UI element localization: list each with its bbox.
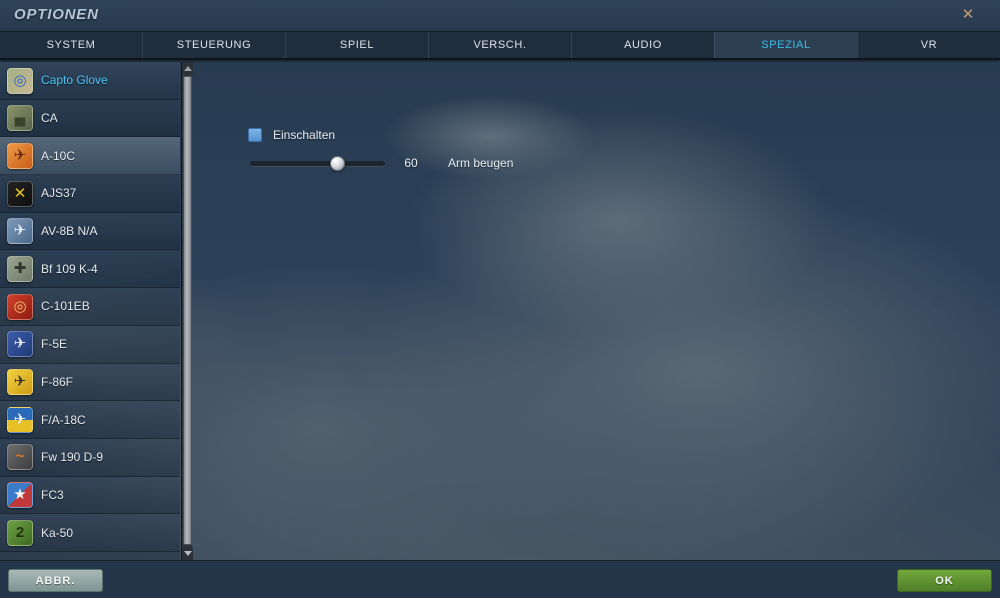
f86f-module-icon: ✈	[7, 369, 33, 395]
tab-label: SPEZIAL	[761, 39, 811, 51]
module-label: A-10C	[41, 148, 76, 163]
arrow-up-icon	[183, 66, 192, 71]
module-list-item[interactable]: ✚ Bf 109 K-4	[0, 250, 180, 289]
scroll-down-button[interactable]	[182, 547, 193, 560]
tab-system[interactable]: SYSTEM	[0, 32, 142, 58]
module-list-item[interactable]: ✈ F-5E	[0, 325, 180, 364]
close-icon[interactable]: ✕	[958, 5, 978, 25]
module-list-item[interactable]: ✈ A-10C	[0, 137, 180, 176]
module-list-item[interactable]: ★ FC3	[0, 476, 180, 515]
arm-beugen-slider[interactable]	[250, 156, 385, 171]
module-list-item[interactable]: ✈ AV-8B N/A	[0, 212, 180, 251]
module-list-item[interactable]: ◎ Capto Glove	[0, 62, 180, 100]
tab-spiel[interactable]: SPIEL	[285, 32, 428, 58]
module-label: AV-8B N/A	[41, 224, 98, 239]
module-label: Ka-50	[41, 525, 74, 540]
av8b-module-icon: ✈	[7, 218, 33, 245]
tab-label: STEUERUNG	[176, 39, 252, 51]
tab-versch[interactable]: VERSCH.	[428, 32, 571, 58]
einschalten-checkbox[interactable]	[248, 128, 262, 142]
einschalten-label: Einschalten	[273, 128, 336, 142]
slider-label: Arm beugen	[448, 156, 514, 170]
special-options-panel: Einschalten 60 Arm beugen	[193, 62, 1000, 560]
module-list-item[interactable]: ▄ CA	[0, 99, 180, 138]
footer-bar: ABBR. OK	[0, 560, 1000, 598]
tab-label: VR	[920, 39, 938, 51]
title-bar: OPTIONEN ✕	[0, 0, 1000, 32]
ajs37-module-icon: ✕	[7, 180, 33, 207]
options-window: OPTIONEN ✕ SYSTEM STEUERUNG SPIEL VERSCH. AU…	[0, 0, 1000, 598]
tab-label: SYSTEM	[46, 39, 96, 51]
ka50-module-icon: 2	[7, 519, 33, 546]
ok-button[interactable]: OK	[897, 569, 992, 592]
scroll-up-button[interactable]	[182, 62, 193, 75]
tab-label: AUDIO	[624, 39, 662, 51]
tab-label: SPIEL	[339, 39, 375, 51]
module-label: F-5E	[41, 337, 68, 352]
module-list-item[interactable]: ◎ C-101EB	[0, 288, 180, 326]
tab-steuerung[interactable]: STEUERUNG	[142, 32, 285, 58]
module-label: Capto Glove	[41, 73, 108, 88]
module-label: C-101EB	[41, 299, 90, 314]
fa18c-module-icon: ✈	[7, 406, 33, 433]
module-label: Bf 109 K-4	[41, 261, 98, 276]
module-label: FC3	[41, 487, 64, 502]
tab-label: VERSCH.	[473, 39, 527, 51]
module-label: F/A-18C	[41, 412, 86, 427]
arrow-down-icon	[183, 551, 192, 556]
c101eb-module-icon: ◎	[7, 293, 33, 320]
cancel-button[interactable]: ABBR.	[8, 569, 103, 592]
bf109-module-icon: ✚	[7, 255, 33, 282]
combined-arms-module-icon: ▄	[7, 105, 33, 132]
tab-vr[interactable]: VR	[857, 32, 1000, 58]
f5e-module-icon: ✈	[7, 331, 33, 358]
tab-bar: SYSTEM STEUERUNG SPIEL VERSCH. AUDIO SPEZIAL V…	[0, 32, 1000, 60]
main-area: ◎ Capto Glove ▄ CA ✈ A-10C ✕ AJS37 ✈ AV-…	[0, 62, 1000, 560]
module-label: Fw 190 D-9	[41, 450, 104, 465]
module-list-item[interactable]: ~ Fw 190 D-9	[0, 438, 180, 477]
tab-spezial[interactable]: SPEZIAL	[714, 32, 857, 58]
fc3-module-icon: ★	[7, 482, 33, 509]
module-list-scrollbar[interactable]	[181, 62, 193, 560]
scrollbar-thumb[interactable]	[183, 76, 192, 545]
module-label: CA	[41, 111, 58, 126]
module-list-item[interactable]: ✕ AJS37	[0, 175, 180, 213]
capto-glove-module-icon: ◎	[7, 67, 33, 94]
module-label: AJS37	[41, 186, 77, 201]
module-list-item[interactable]: ✈ F-86F	[0, 363, 180, 402]
a10c-module-icon: ✈	[7, 142, 33, 169]
module-list: ◎ Capto Glove ▄ CA ✈ A-10C ✕ AJS37 ✈ AV-…	[0, 62, 180, 560]
module-list-item[interactable]: 2 Ka-50	[0, 514, 180, 552]
slider-handle[interactable]	[329, 156, 345, 171]
slider-value: 60	[404, 156, 418, 170]
window-title: OPTIONEN	[14, 6, 99, 23]
module-label: F-86F	[41, 374, 74, 389]
module-list-item[interactable]: ✈ F/A-18C	[0, 401, 180, 439]
tab-audio[interactable]: AUDIO	[571, 32, 714, 58]
fw190d9-module-icon: ~	[7, 444, 33, 471]
